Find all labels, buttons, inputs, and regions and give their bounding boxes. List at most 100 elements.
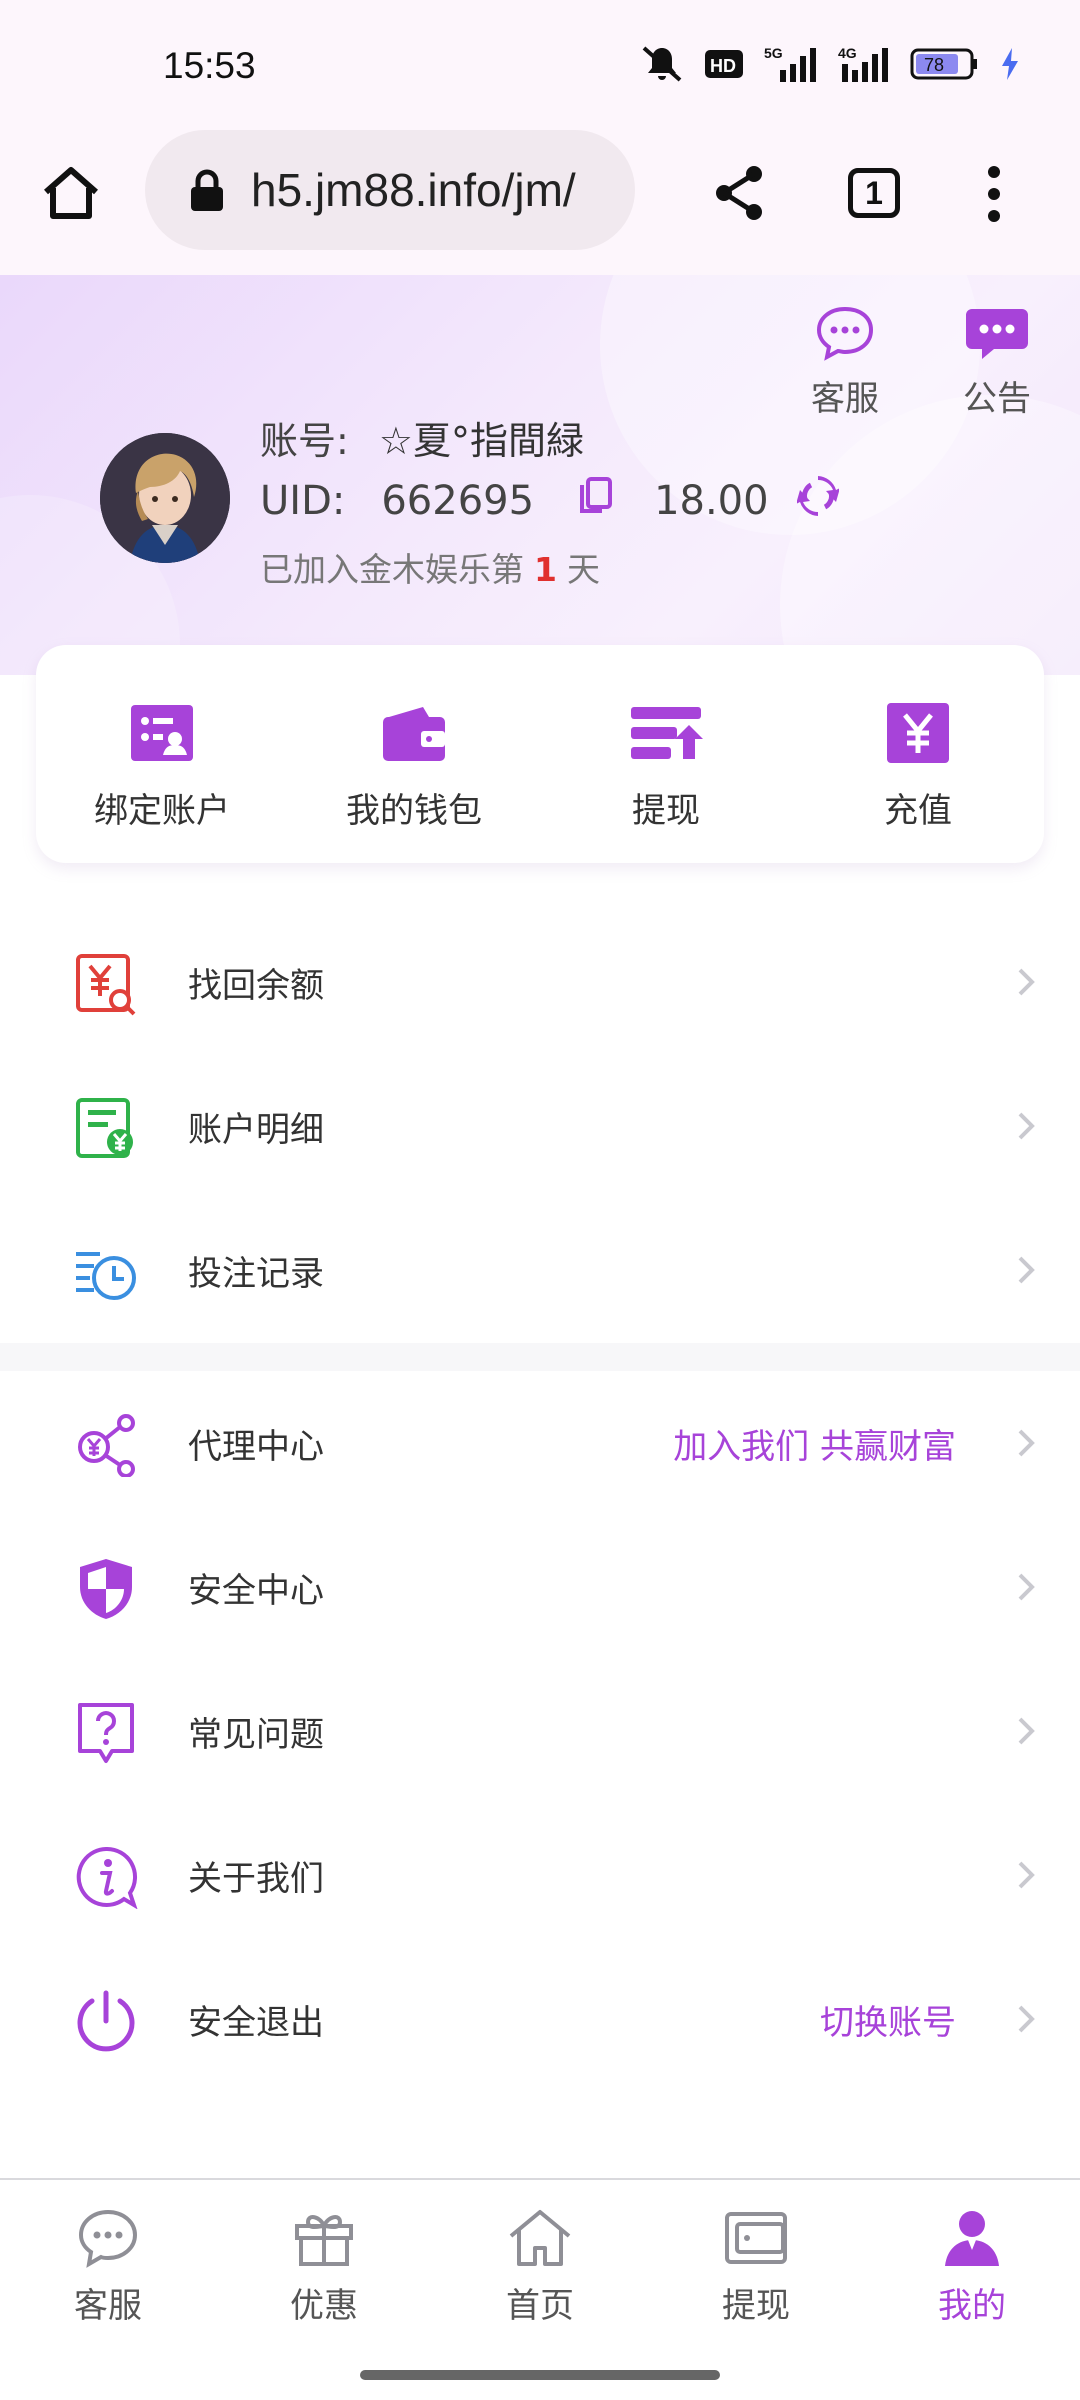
tab-withdraw[interactable]: 提现: [648, 2180, 864, 2355]
menu-item-faq[interactable]: 常见问题: [0, 1659, 1080, 1803]
section-divider: [0, 1343, 1080, 1371]
recover-balance-icon: [76, 954, 136, 1016]
svg-text:78: 78: [924, 55, 944, 75]
menu-item-logout[interactable]: 安全退出 切换账号: [0, 1947, 1080, 2091]
menu-item-recover-balance[interactable]: 找回余额: [0, 910, 1080, 1054]
status-icons: HD 5G 4G 78: [640, 44, 1020, 84]
tab-promotions[interactable]: 优惠: [216, 2180, 432, 2355]
joined-days: 1: [534, 550, 557, 589]
notice-label: 公告: [963, 379, 1031, 419]
menu-label: 代理中心: [188, 1426, 324, 1467]
bind-account-icon: [131, 705, 193, 761]
bet-records-icon: [76, 1252, 136, 1300]
more-menu-icon[interactable]: [988, 166, 1004, 232]
menu-item-account-details[interactable]: 账户明细: [0, 1054, 1080, 1198]
chevron-right-icon: [1018, 2005, 1035, 2033]
hd-badge: HD: [704, 48, 744, 80]
agent-icon: [78, 1414, 135, 1477]
svg-text:4G: 4G: [838, 45, 857, 61]
menu-item-bet-records[interactable]: 投注记录: [0, 1198, 1080, 1342]
mute-icon: [640, 44, 684, 84]
chevron-right-icon: [1018, 968, 1035, 996]
bottom-tab-bar: 客服 优惠 首页 提现 我的: [0, 2178, 1080, 2355]
tab-switcher-button[interactable]: 1: [848, 168, 900, 218]
profile-header: 客服 公告 账号: ☆夏°指間緑 UID: 662695 18.00 已加入金木…: [0, 275, 1080, 675]
customer-service-button[interactable]: 客服: [790, 305, 900, 420]
menu-label: 投注记录: [188, 1253, 324, 1294]
wallet-icon: [725, 2212, 787, 2264]
menu-label: 常见问题: [188, 1714, 324, 1755]
chevron-right-icon: [1018, 1861, 1035, 1889]
uid-row: UID: 662695 18.00: [260, 475, 840, 527]
wallet-label: 我的钱包: [346, 791, 482, 831]
tab-label: 首页: [506, 2286, 574, 2326]
chat-bubble-icon: [816, 306, 874, 361]
menu-label: 找回余额: [188, 965, 324, 1006]
withdraw-button[interactable]: 提现: [540, 645, 792, 863]
account-details-icon: [76, 1098, 133, 1158]
notice-icon: [966, 309, 1028, 359]
withdraw-icon: [631, 707, 703, 759]
quick-actions: 绑定账户 我的钱包 提现 充值: [36, 645, 1044, 863]
uid-value: 662695: [381, 478, 535, 524]
status-time: 15:53: [163, 45, 256, 86]
bind-account-button[interactable]: 绑定账户: [36, 645, 288, 863]
home-icon[interactable]: [40, 162, 102, 224]
menu-item-about-us[interactable]: 关于我们: [0, 1803, 1080, 1947]
switch-account-link[interactable]: 切换账号: [820, 1995, 956, 2044]
refresh-balance-icon[interactable]: [795, 475, 840, 527]
gesture-bar[interactable]: [360, 2370, 720, 2380]
browser-toolbar: h5.jm88.info/jm/ 1: [0, 130, 1080, 275]
deposit-button[interactable]: 充值: [792, 645, 1044, 863]
lock-icon: [191, 169, 223, 211]
gift-icon: [295, 2215, 353, 2266]
tab-label: 优惠: [290, 2286, 358, 2326]
agent-promo-text: 加入我们 共赢财富: [673, 1426, 956, 1467]
tab-label: 我的: [938, 2286, 1006, 2326]
chevron-right-icon: [1018, 1256, 1035, 1284]
tab-label: 客服: [74, 2286, 142, 2326]
info-icon: [76, 1846, 138, 1909]
account-row: 账号: ☆夏°指間緑: [260, 410, 584, 465]
chat-icon: [78, 2209, 138, 2268]
menu-group-2: 代理中心 加入我们 共赢财富 安全中心 常见问题 关于我们 安全退出 切换账号: [0, 1371, 1080, 2091]
balance-value: 18.00: [654, 478, 769, 524]
joined-suffix: 天: [566, 550, 600, 589]
menu-item-agent-center[interactable]: 代理中心 加入我们 共赢财富: [0, 1371, 1080, 1515]
customer-service-label: 客服: [811, 379, 879, 419]
tab-home[interactable]: 首页: [432, 2180, 648, 2355]
svg-text:5G: 5G: [764, 45, 783, 61]
menu-label: 账户明细: [188, 1109, 324, 1150]
account-name: ☆夏°指間緑: [378, 419, 584, 463]
menu-label: 安全退出: [188, 2002, 324, 2043]
svg-text:HD: HD: [710, 56, 736, 76]
deposit-label: 充值: [884, 791, 952, 831]
share-icon[interactable]: [710, 162, 770, 228]
wallet-icon: [383, 707, 445, 761]
menu-label: 关于我们: [188, 1858, 324, 1899]
menu-item-security-center[interactable]: 安全中心: [0, 1515, 1080, 1659]
bind-account-label: 绑定账户: [94, 791, 230, 831]
menu-group-1: 找回余额 账户明细 投注记录: [0, 910, 1080, 1342]
home-icon: [509, 2210, 571, 2266]
url-text: h5.jm88.info/jm/: [251, 164, 576, 216]
signal-5g-icon: 5G: [764, 44, 818, 84]
avatar[interactable]: [100, 433, 230, 563]
question-icon: [78, 1703, 134, 1763]
user-icon: [945, 2211, 999, 2266]
address-bar[interactable]: h5.jm88.info/jm/: [145, 130, 635, 250]
wallet-button[interactable]: 我的钱包: [288, 645, 540, 863]
notice-button[interactable]: 公告: [942, 305, 1052, 420]
copy-icon[interactable]: [578, 477, 613, 525]
joined-prefix: 已加入金木娱乐第: [260, 550, 524, 589]
menu-label: 安全中心: [188, 1570, 324, 1611]
tab-label: 提现: [722, 2286, 790, 2326]
tab-mine[interactable]: 我的: [864, 2180, 1080, 2355]
account-label: 账号:: [260, 419, 349, 463]
chevron-right-icon: [1018, 1112, 1035, 1140]
joined-text: 已加入金木娱乐第 1 天: [260, 543, 600, 591]
uid-label: UID:: [260, 478, 346, 524]
chevron-right-icon: [1018, 1429, 1035, 1457]
tab-customer-service[interactable]: 客服: [0, 2180, 216, 2355]
chevron-right-icon: [1018, 1573, 1035, 1601]
